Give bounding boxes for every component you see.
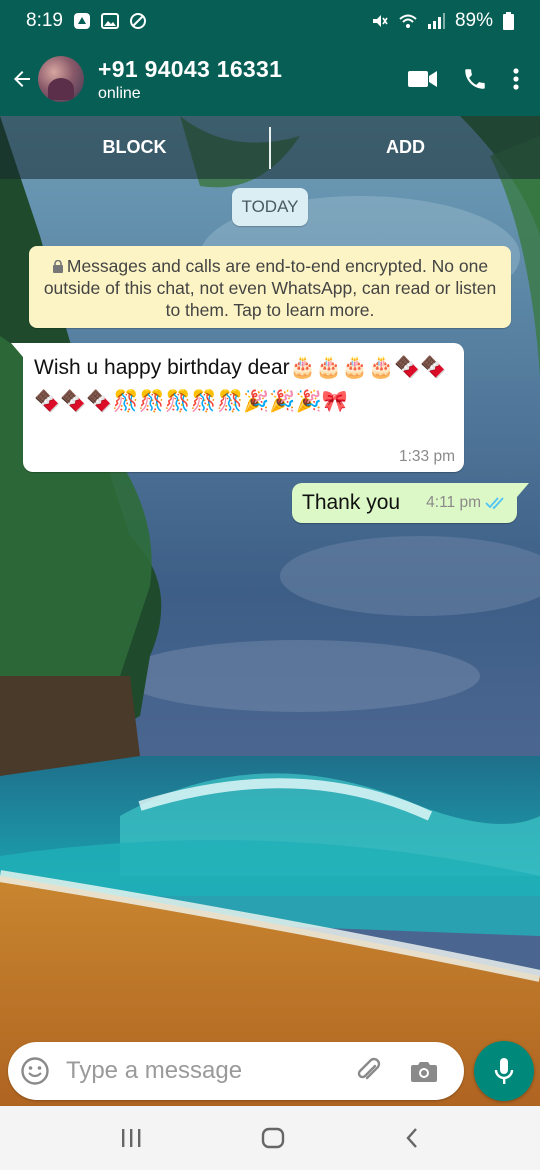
clock: 8:19 [26,10,63,31]
message-input[interactable] [64,1056,348,1086]
avatar[interactable] [38,56,84,102]
lock-icon [52,260,63,273]
back-arrow-icon[interactable] [10,67,34,91]
encryption-text: Messages and calls are end-to-end encryp… [43,256,497,320]
gallery-notification-icon [100,13,119,29]
camera-icon[interactable] [410,1059,438,1083]
battery-percentage: 89% [454,10,493,31]
message-time: 1:33 pm [398,448,455,465]
system-navigation-bar [0,1106,540,1170]
message-incoming[interactable]: Wish u happy birthday dear🎂🎂🎂🎂🍫🍫🍫🍫🍫🎊🎊🎊🎊🎊… [11,343,464,472]
message-text: Thank you [302,491,401,514]
emoji-icon[interactable] [20,1056,50,1086]
block-button[interactable]: BLOCK [0,137,269,158]
recent-apps-icon[interactable] [120,1128,142,1148]
encryption-notice[interactable]: Messages and calls are end-to-end encryp… [29,246,511,328]
add-contact-button[interactable]: ADD [271,137,540,158]
mute-icon [372,15,388,27]
chat-header: +91 94043 16331 online [0,42,540,116]
whatsapp-notification-icon [73,13,90,29]
voice-call-icon[interactable] [462,66,488,92]
video-call-icon[interactable] [408,68,438,90]
voice-message-button[interactable] [474,1041,534,1101]
attachment-icon[interactable] [354,1056,384,1086]
data-saver-icon [129,13,146,29]
message-time: 4:11 pm [426,494,481,511]
signal-icon [427,13,445,29]
back-nav-icon[interactable] [404,1127,420,1149]
microphone-icon [494,1058,514,1084]
unknown-contact-actions: BLOCK ADD [0,116,540,179]
more-options-icon[interactable] [512,67,520,91]
battery-icon [503,12,514,30]
contact-name: +91 94043 16331 [98,55,283,82]
message-composer [8,1042,464,1100]
read-receipt-icon [485,497,504,510]
message-text: Wish u happy birthday dear🎂🎂🎂🎂🍫🍫🍫🍫🍫🎊🎊🎊🎊🎊… [34,356,447,413]
contact-status: online [98,84,141,102]
message-outgoing[interactable]: Thank you 4:11 pm [292,483,529,523]
contact-info[interactable]: +91 94043 16331 online [98,56,282,103]
wifi-icon [399,14,417,28]
date-chip: TODAY [232,188,308,226]
home-icon[interactable] [261,1127,285,1149]
status-bar: 8:19 89% [0,0,540,42]
